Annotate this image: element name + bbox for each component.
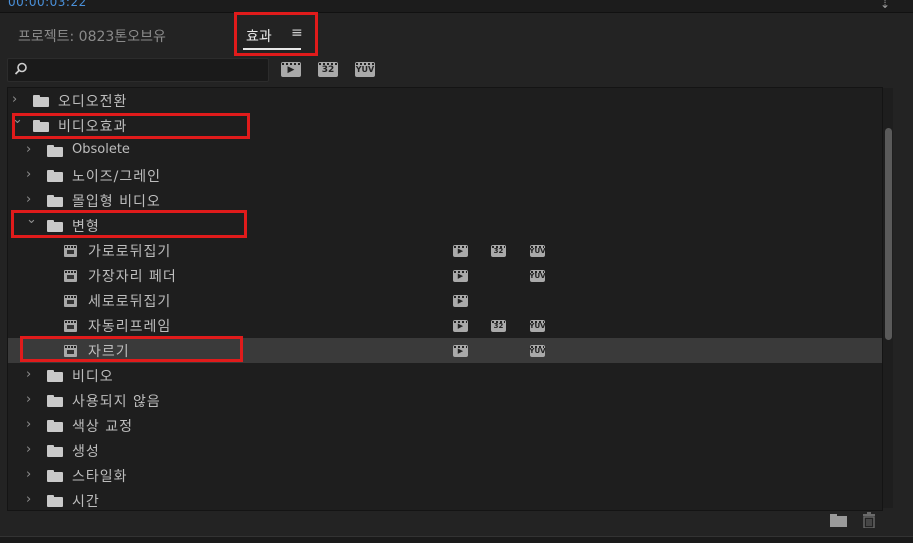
panel-corner-icon[interactable]: ⇣: [880, 0, 890, 11]
32bit-filter-icon[interactable]: 32: [318, 62, 338, 77]
yuv-badge-icon: YUV: [529, 345, 546, 357]
tree-item-label: 가로로뒤집기: [88, 244, 172, 260]
folder-icon: [33, 95, 49, 107]
accelerated-badge-icon: ▶: [453, 245, 468, 257]
tree-folder-row[interactable]: › 비디오: [8, 363, 882, 388]
chevron-right-icon[interactable]: ›: [26, 142, 31, 157]
tree-item-label: 오디오전환: [58, 94, 128, 110]
highlight-transform: [11, 210, 247, 238]
tree-item-label: 비디오: [72, 369, 114, 385]
tree-item-label: 생성: [72, 444, 100, 460]
folder-icon: [47, 420, 63, 432]
effect-icon: [64, 270, 77, 282]
tree-folder-row[interactable]: › 오디오전환: [8, 88, 882, 113]
folder-icon: [47, 370, 63, 382]
tree-item-label: 사용되지 않음: [72, 394, 161, 410]
timecode[interactable]: 00:00:03:22: [8, 0, 87, 9]
scrollbar-thumb[interactable]: [885, 128, 892, 340]
chevron-right-icon[interactable]: ›: [26, 467, 31, 482]
chevron-right-icon[interactable]: ›: [26, 417, 31, 432]
tree-item-label: 시간: [72, 494, 100, 510]
32bit-badge-icon: 32: [491, 320, 506, 332]
tree-item-label: 세로로뒤집기: [88, 294, 172, 310]
tree-effect-row[interactable]: 세로로뒤집기 ▶: [8, 288, 882, 313]
folder-icon: [47, 470, 63, 482]
tree-item-label: 스타일화: [72, 469, 128, 485]
tree-item-label: 노이즈/그레인: [72, 169, 161, 185]
folder-icon: [47, 445, 63, 457]
tab-project[interactable]: 프로젝트: 0823톤오브유: [18, 26, 166, 46]
chevron-right-icon[interactable]: ›: [12, 92, 17, 107]
tree-item-label: Obsolete: [72, 142, 130, 157]
effect-icon: [64, 320, 77, 332]
tree-folder-row[interactable]: › 노이즈/그레인: [8, 163, 882, 188]
chevron-right-icon[interactable]: ›: [26, 492, 31, 507]
folder-icon: [47, 495, 63, 507]
highlight-crop: [20, 336, 243, 362]
chevron-right-icon[interactable]: ›: [26, 442, 31, 457]
tree-effect-row[interactable]: 가로로뒤집기 ▶ 32 YUV: [8, 238, 882, 263]
folder-icon: [47, 195, 63, 207]
tree-item-label: 색상 교정: [72, 419, 133, 435]
folder-icon: [47, 170, 63, 182]
accelerated-badge-icon: ▶: [453, 320, 468, 332]
search-icon: [14, 62, 27, 75]
accelerated-effects-filter-icon[interactable]: ▶: [281, 62, 301, 77]
chevron-right-icon[interactable]: ›: [26, 192, 31, 207]
yuv-badge-icon: YUV: [529, 245, 546, 257]
folder-icon: [47, 145, 63, 157]
tree-item-label: 가장자리 페더: [88, 269, 177, 285]
chevron-right-icon[interactable]: ›: [26, 167, 31, 182]
tree-effect-row[interactable]: 가장자리 페더 ▶ YUV: [8, 263, 882, 288]
new-custom-bin-icon[interactable]: [830, 514, 847, 527]
tree-folder-row[interactable]: › 스타일화: [8, 463, 882, 488]
accelerated-badge-icon: ▶: [453, 345, 468, 357]
folder-icon: [47, 395, 63, 407]
trash-icon[interactable]: [862, 512, 876, 528]
tree-folder-row[interactable]: › 사용되지 않음: [8, 388, 882, 413]
yuv-badge-icon: YUV: [529, 270, 546, 282]
tree-folder-row[interactable]: › 생성: [8, 438, 882, 463]
search-input[interactable]: [32, 60, 264, 80]
yuv-badge-icon: YUV: [529, 320, 546, 332]
accelerated-badge-icon: ▶: [453, 270, 468, 282]
highlight-effects-tab: [234, 12, 318, 56]
highlight-video-effects: [12, 113, 250, 139]
effects-tree: › 오디오전환 ⌄ 비디오효과 › Obsolete › 노이즈/그레인 › 몰입형 비디오 ⌄ 변형…: [7, 87, 883, 511]
tree-effect-row[interactable]: 자동리프레임 ▶ 32 YUV: [8, 313, 882, 338]
search-box[interactable]: [7, 58, 269, 82]
accelerated-badge-icon: ▶: [453, 295, 468, 307]
tree-item-label: 몰입형 비디오: [72, 194, 161, 210]
chevron-right-icon[interactable]: ›: [26, 392, 31, 407]
32bit-badge-icon: 32: [491, 245, 506, 257]
chevron-right-icon[interactable]: ›: [26, 367, 31, 382]
tree-folder-row[interactable]: › 색상 교정: [8, 413, 882, 438]
tree-folder-row[interactable]: › 시간: [8, 488, 882, 510]
effect-icon: [64, 245, 77, 257]
panel-header: 프로젝트: 0823톤오브유 효과 ≡: [0, 12, 913, 56]
yuv-filter-icon[interactable]: YUV: [355, 62, 375, 77]
effect-icon: [64, 295, 77, 307]
tree-folder-row[interactable]: › Obsolete: [8, 138, 882, 163]
tree-item-label: 자동리프레임: [88, 319, 172, 335]
